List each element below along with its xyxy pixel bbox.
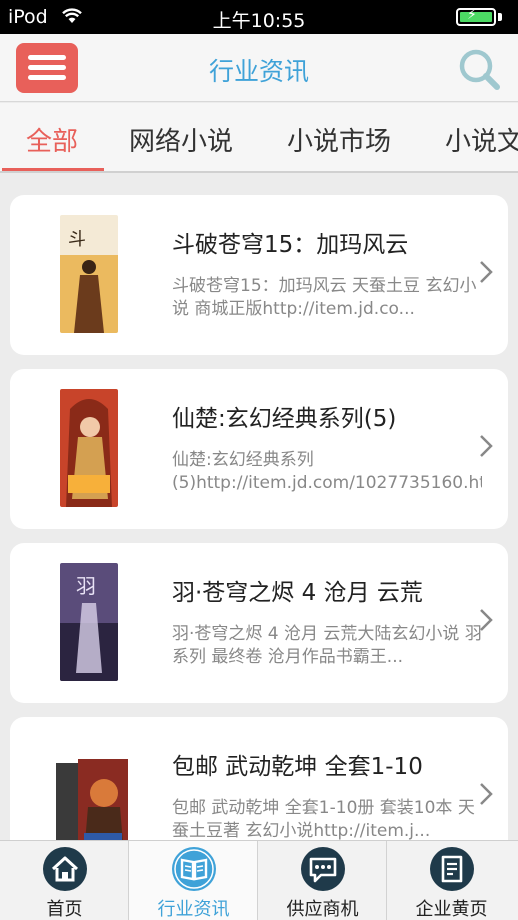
tab-yellow-pages-label: 企业黄页 xyxy=(415,899,488,920)
tab-all[interactable]: 全部 xyxy=(26,121,78,158)
article-description: 包邮 武动乾坤 全套1-10册 套装10本 天蚕土豆著 玄幻小说http://i… xyxy=(172,798,475,841)
page-title: 行业资讯 xyxy=(208,57,309,86)
home-icon xyxy=(43,847,87,891)
tab-industry-news-label: 行业资讯 xyxy=(157,899,230,920)
book-cover-image xyxy=(60,389,118,507)
svg-text:斗: 斗 xyxy=(68,229,86,250)
category-tabs: 全部 网络小说 小说市场 小说文 xyxy=(0,103,518,173)
book-icon xyxy=(172,847,216,891)
charging-icon: ⚡ xyxy=(467,7,477,23)
article-title: 仙楚:玄幻经典系列(5) xyxy=(172,406,397,432)
article-card[interactable]: 仙楚:玄幻经典系列(5) 仙楚:玄幻经典系列(5)http://item.jd.… xyxy=(10,369,508,529)
svg-text:羽: 羽 xyxy=(76,574,96,598)
tab-home-label: 首页 xyxy=(46,899,83,920)
book-cover-image: 斗 xyxy=(60,215,118,333)
tab-web-novel[interactable]: 网络小说 xyxy=(129,121,233,158)
clock: 上午10:55 xyxy=(212,10,306,32)
tab-yellow-pages[interactable]: 企业黄页 xyxy=(387,841,518,920)
tab-supply-opportunities[interactable]: 供应商机 xyxy=(258,841,387,920)
article-description: 羽·苍穹之烬 4 沧月 云荒大陆玄幻小说 羽系列 最终卷 沧月作品书霸王... xyxy=(172,624,482,667)
nav-bar: 行业资讯 xyxy=(0,34,518,102)
active-tab-indicator xyxy=(2,168,104,171)
bottom-tab-bar: 首页 行业资讯 供应商机 企业黄页 xyxy=(0,840,518,920)
article-title: 斗破苍穹15：加玛风云 xyxy=(172,232,409,258)
chat-icon xyxy=(301,847,345,891)
article-title: 羽·苍穹之烬 4 沧月 云荒 xyxy=(172,580,423,606)
article-title: 包邮 武动乾坤 全套1-10 xyxy=(172,754,423,780)
tab-novel-culture[interactable]: 小说文 xyxy=(445,121,518,158)
tab-home[interactable]: 首页 xyxy=(0,841,129,920)
article-card[interactable]: 羽 羽·苍穹之烬 4 沧月 云荒 羽·苍穹之烬 4 沧月 云荒大陆玄幻小说 羽系… xyxy=(10,543,508,703)
search-icon xyxy=(459,49,500,90)
search-button[interactable] xyxy=(456,46,502,92)
chevron-right-icon xyxy=(480,609,493,631)
chevron-right-icon xyxy=(480,435,493,457)
article-card[interactable]: 斗 斗破苍穹15：加玛风云 斗破苍穹15：加玛风云 天蚕土豆 玄幻小说 商城正版… xyxy=(10,195,508,355)
article-description: 斗破苍穹15：加玛风云 天蚕土豆 玄幻小说 商城正版http://item.jd… xyxy=(172,276,477,319)
status-bar: iPod 上午10:55 ⚡ xyxy=(0,0,518,34)
tab-novel-market[interactable]: 小说市场 xyxy=(287,121,391,158)
tab-industry-news[interactable]: 行业资讯 xyxy=(129,841,258,920)
article-description: 仙楚:玄幻经典系列(5)http://item.jd.com/102773516… xyxy=(172,450,482,493)
chevron-right-icon xyxy=(480,783,493,805)
document-icon xyxy=(430,847,474,891)
chevron-right-icon xyxy=(480,261,493,283)
tab-supply-label: 供应商机 xyxy=(286,899,359,920)
battery-tip xyxy=(498,13,502,21)
book-cover-image: 羽 xyxy=(60,563,118,681)
book-cover-image xyxy=(54,737,130,855)
